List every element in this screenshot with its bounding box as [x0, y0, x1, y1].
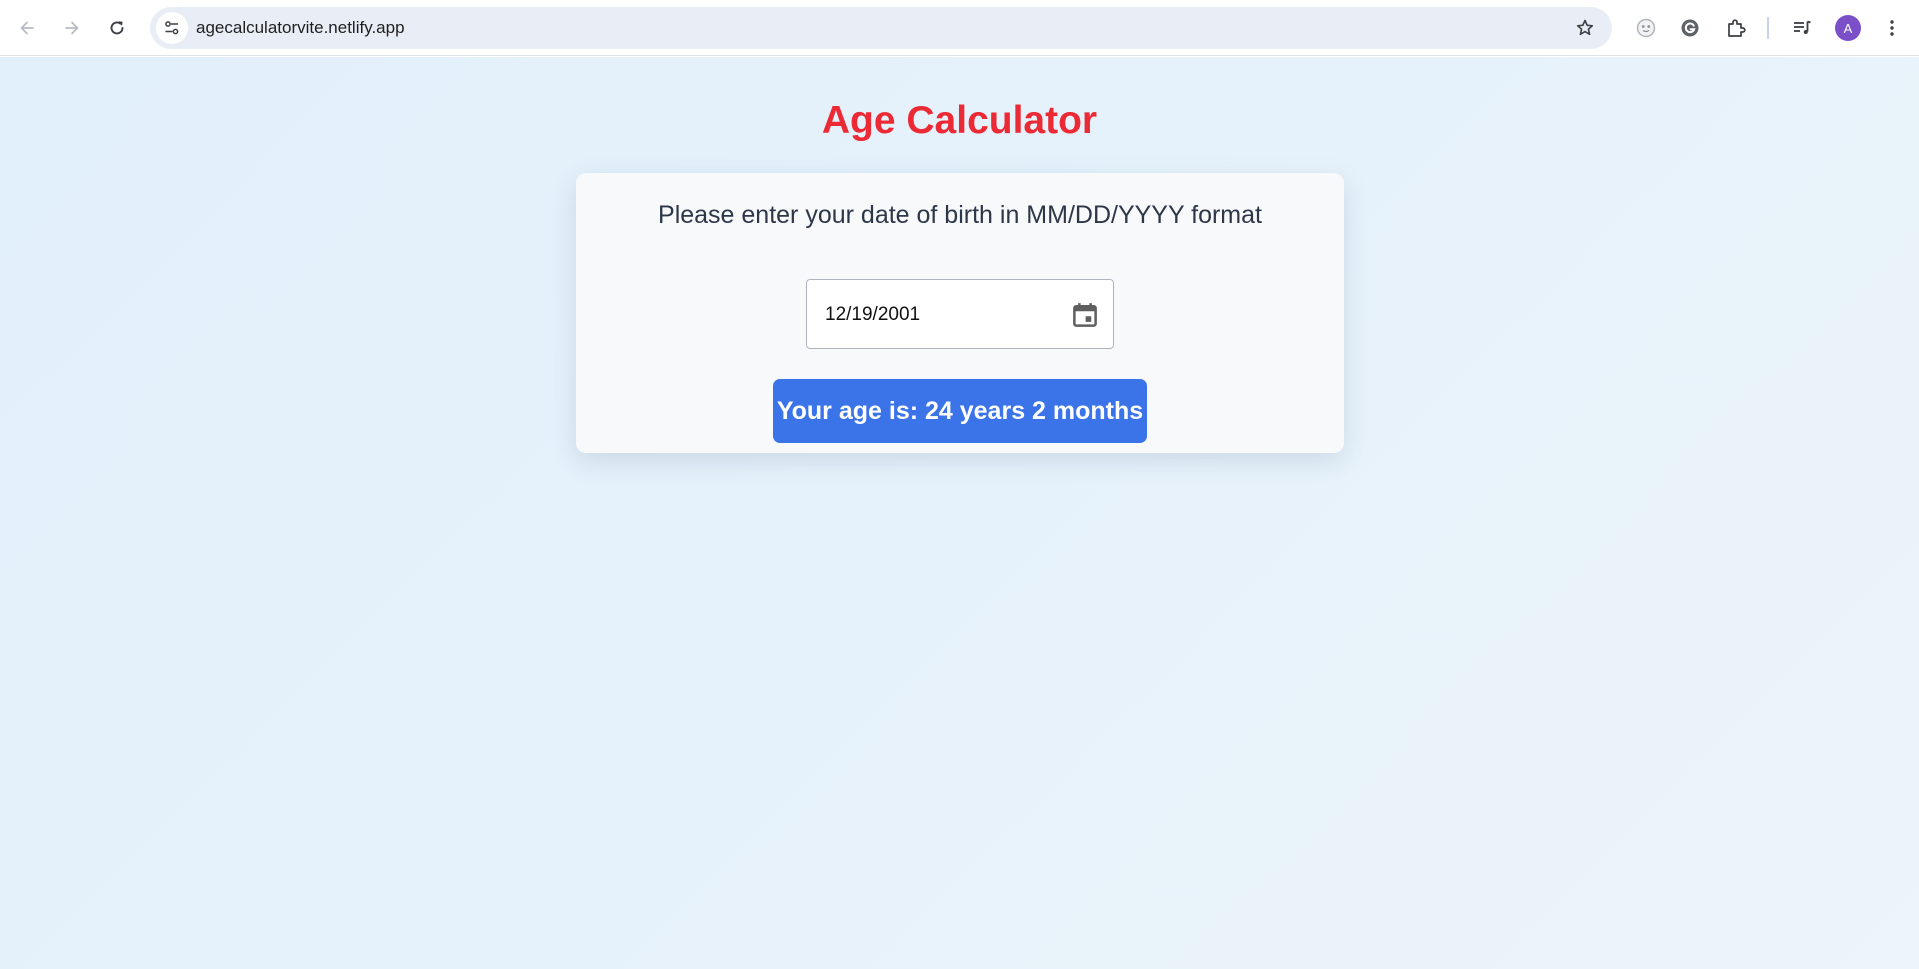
star-icon	[1576, 19, 1594, 36]
extension-ghost-button[interactable]	[1628, 10, 1664, 46]
kebab-menu-icon	[1890, 20, 1894, 36]
page-content: Age Calculator Please enter your date of…	[0, 57, 1919, 969]
dob-value[interactable]: 12/19/2001	[825, 304, 920, 326]
age-result: Your age is: 24 years 2 months	[773, 379, 1147, 443]
browser-toolbar: agecalculatorvite.netlify.app A	[0, 0, 1919, 56]
dob-date-input[interactable]: 12/19/2001	[806, 279, 1114, 349]
age-calculator-card: Please enter your date of birth in MM/DD…	[576, 173, 1344, 453]
address-bar[interactable]: agecalculatorvite.netlify.app	[150, 7, 1612, 49]
back-button[interactable]	[9, 10, 45, 46]
extension-grammarly-button[interactable]	[1672, 10, 1708, 46]
url-text[interactable]: agecalculatorvite.netlify.app	[196, 18, 405, 38]
playlist-icon	[1794, 20, 1811, 34]
media-controls-button[interactable]	[1784, 10, 1820, 46]
tune-icon	[165, 21, 179, 35]
site-info-button[interactable]	[156, 12, 188, 44]
forward-button[interactable]	[54, 10, 90, 46]
dob-prompt: Please enter your date of birth in MM/DD…	[658, 201, 1262, 229]
arrow-right-icon	[65, 21, 79, 35]
profile-avatar[interactable]: A	[1835, 15, 1861, 41]
puzzle-icon	[1728, 19, 1746, 37]
calendar-icon[interactable]	[1070, 300, 1100, 330]
toolbar-divider	[1767, 17, 1769, 39]
grammarly-icon	[1681, 19, 1699, 37]
extensions-button[interactable]	[1718, 10, 1754, 46]
bookmark-button[interactable]	[1572, 15, 1598, 41]
ghost-extension-icon	[1636, 18, 1656, 38]
page-title: Age Calculator	[821, 99, 1098, 142]
arrow-left-icon	[20, 21, 34, 35]
reload-icon	[110, 21, 124, 35]
reload-button[interactable]	[99, 10, 135, 46]
browser-menu-button[interactable]	[1874, 10, 1910, 46]
